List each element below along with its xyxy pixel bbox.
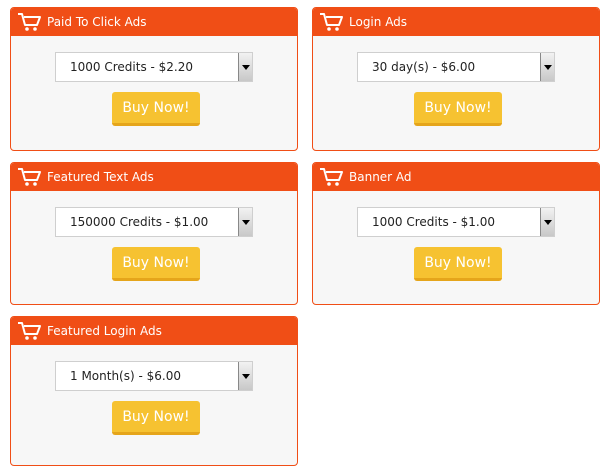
card-title: Featured Login Ads: [47, 324, 162, 338]
card-title: Banner Ad: [349, 170, 412, 184]
buy-now-button[interactable]: Buy Now!: [112, 92, 200, 126]
package-select-value: 1000 Credits - $2.20: [70, 60, 194, 74]
shopping-cart-icon: [17, 167, 41, 187]
card-header: Paid To Click Ads: [11, 8, 297, 36]
shopping-cart-icon: [17, 321, 41, 341]
card-header: Login Ads: [313, 8, 599, 36]
card-title: Paid To Click Ads: [47, 15, 147, 29]
chevron-down-icon[interactable]: [238, 362, 252, 390]
card-login-ads: Login Ads 30 day(s) - $6.00 Buy Now!: [312, 7, 600, 151]
shopping-cart-icon: [319, 12, 343, 32]
card-title: Login Ads: [349, 15, 408, 29]
package-select[interactable]: 1000 Credits - $2.20: [55, 52, 253, 82]
buy-now-button[interactable]: Buy Now!: [414, 247, 502, 281]
chevron-down-icon[interactable]: [540, 208, 554, 236]
card-featured-login-ads: Featured Login Ads 1 Month(s) - $6.00 Bu…: [10, 316, 298, 466]
card-paid-to-click-ads: Paid To Click Ads 1000 Credits - $2.20 B…: [10, 7, 298, 151]
package-select-value: 1000 Credits - $1.00: [372, 215, 496, 229]
chevron-down-icon[interactable]: [238, 208, 252, 236]
buy-now-button[interactable]: Buy Now!: [112, 247, 200, 281]
package-select-value: 1 Month(s) - $6.00: [70, 369, 181, 383]
package-select[interactable]: 1 Month(s) - $6.00: [55, 361, 253, 391]
package-select[interactable]: 1000 Credits - $1.00: [357, 207, 555, 237]
shopping-cart-icon: [319, 167, 343, 187]
card-banner-ad: Banner Ad 1000 Credits - $1.00 Buy Now!: [312, 162, 600, 305]
buy-now-button[interactable]: Buy Now!: [414, 92, 502, 126]
card-header: Featured Text Ads: [11, 163, 297, 191]
card-featured-text-ads: Featured Text Ads 150000 Credits - $1.00…: [10, 162, 298, 305]
shopping-cart-icon: [17, 12, 41, 32]
chevron-down-icon[interactable]: [238, 53, 252, 81]
card-title: Featured Text Ads: [47, 170, 154, 184]
package-select-value: 150000 Credits - $1.00: [70, 215, 209, 229]
package-select[interactable]: 30 day(s) - $6.00: [357, 52, 555, 82]
buy-now-button[interactable]: Buy Now!: [112, 401, 200, 435]
package-select-value: 30 day(s) - $6.00: [372, 60, 476, 74]
chevron-down-icon[interactable]: [540, 53, 554, 81]
card-header: Featured Login Ads: [11, 317, 297, 345]
card-header: Banner Ad: [313, 163, 599, 191]
package-select[interactable]: 150000 Credits - $1.00: [55, 207, 253, 237]
